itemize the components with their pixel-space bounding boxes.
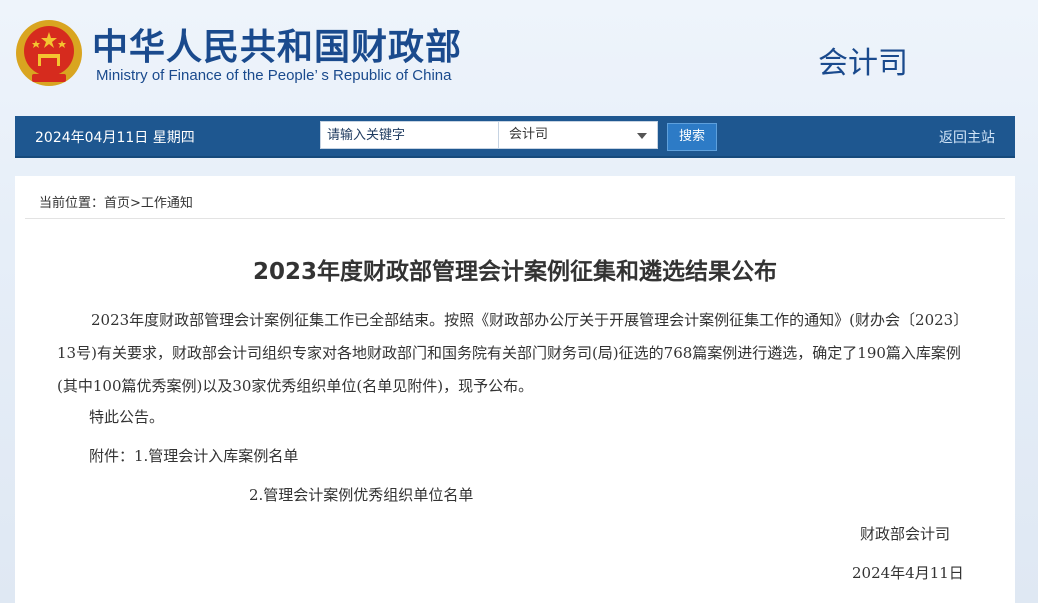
publish-date: 2024年4月11日 bbox=[852, 564, 964, 582]
search-button[interactable]: 搜索 bbox=[667, 123, 717, 151]
department-name: 会计司 bbox=[818, 46, 908, 81]
notice-text: 特此公告。 bbox=[89, 408, 165, 426]
nav-bar: 2024年04月11日 星期四 会计司 搜索 返回主站 bbox=[15, 116, 1015, 158]
department-select[interactable]: 会计司 bbox=[498, 121, 658, 149]
attachment-2-link[interactable]: 2.管理会计案例优秀组织单位名单 bbox=[249, 484, 473, 505]
current-date: 2024年04月11日 星期四 bbox=[35, 130, 195, 146]
divider bbox=[25, 218, 1005, 219]
department-select-value: 会计司 bbox=[509, 127, 549, 142]
article-paragraph: 2023年度财政部管理会计案例征集工作已全部结束。按照《财政部办公厅关于开展管理… bbox=[57, 311, 969, 395]
site-title-english: Ministry of Finance of the People’ s Rep… bbox=[96, 67, 452, 84]
attachment-1-link[interactable]: 附件：1.管理会计入库案例名单 bbox=[89, 445, 298, 466]
national-emblem-icon bbox=[16, 20, 82, 86]
breadcrumb: 当前位置：首页>工作通知 bbox=[39, 196, 193, 211]
return-home-link[interactable]: 返回主站 bbox=[939, 127, 995, 147]
site-title-chinese: 中华人民共和国财政部 bbox=[92, 27, 463, 68]
chevron-down-icon bbox=[637, 133, 647, 139]
signature: 财政部会计司 bbox=[860, 525, 951, 543]
article-container: 当前位置：首页>工作通知 2023年度财政部管理会计案例征集和遴选结果公布 20… bbox=[15, 176, 1015, 603]
search-input[interactable] bbox=[320, 121, 499, 149]
site-header: 中华人民共和国财政部 Ministry of Finance of the Pe… bbox=[0, 0, 1038, 115]
page-title: 2023年度财政部管理会计案例征集和遴选结果公布 bbox=[252, 259, 777, 285]
